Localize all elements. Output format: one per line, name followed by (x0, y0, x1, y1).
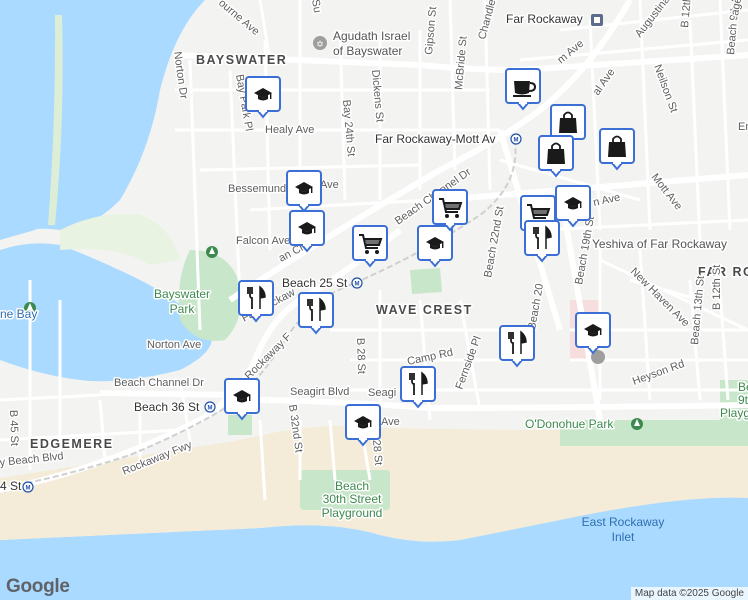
park-label-beach30-1: Beach (335, 479, 369, 493)
water-label-inlet-1: East Rockaway (582, 515, 665, 529)
shopping-pin[interactable] (599, 128, 635, 170)
school-pin[interactable] (245, 76, 281, 118)
station-label-beach-36: Beach 36 St (134, 400, 200, 414)
street-label-ave-lower: Ave (381, 416, 400, 428)
street-label-b45: B 45 St (7, 410, 20, 446)
shopping-pin[interactable] (538, 135, 574, 177)
station-label-mott-av: Far Rockaway-Mott Av (375, 132, 495, 146)
street-label-norton-ave: Norton Ave (147, 339, 201, 351)
park-label-beach9-3: Playg (720, 406, 748, 420)
street-label-su: Su (309, 0, 323, 14)
street-label-b28: B 28 St (354, 338, 367, 374)
water-label-inlet-2: Inlet (612, 530, 635, 544)
place-label-yeshiva: Yeshiva of Far Rockaway (592, 237, 727, 251)
restaurant-pin[interactable] (298, 292, 334, 334)
water-label-bay: ne Bay (0, 307, 37, 321)
street-label-b12-bottom: B 12th St (711, 265, 723, 310)
place-label-agudath-1: Agudath Israel (333, 29, 410, 43)
place-label-far-rockaway: Far Rockaway (506, 12, 583, 26)
area-label-bayswater: BAYSWATER (196, 53, 287, 67)
area-label-edgemere: EDGEMERE (30, 437, 114, 451)
street-label-cornaga-ave: Ave (320, 179, 339, 191)
restaurant-pin[interactable] (238, 280, 274, 322)
park-marker-bayswater[interactable] (206, 246, 218, 258)
park-label-beach9-1: Be (738, 380, 748, 394)
svg-text:✡: ✡ (316, 40, 324, 50)
subway-icon[interactable] (351, 277, 363, 289)
area-label-wave-crest: WAVE CREST (376, 303, 473, 317)
restaurant-pin[interactable] (499, 325, 535, 367)
subway-icon[interactable] (22, 481, 34, 493)
street-label-bessemund: Bessemund (228, 183, 286, 195)
restaurant-pin[interactable] (524, 220, 560, 262)
school-pin[interactable] (555, 185, 591, 227)
street-label-falcon: Falcon Ave (236, 235, 290, 247)
park-label-odonohue: O'Donohue Park (525, 417, 614, 431)
park-label-beach30-2: 30th Street (323, 492, 382, 506)
park-marker-odonohue[interactable] (631, 418, 643, 430)
place-marker-agudath[interactable]: ✡ (313, 36, 327, 50)
street-label-healy: Healy Ave (265, 124, 314, 136)
school-pin[interactable] (345, 404, 381, 446)
grocery-pin[interactable] (352, 225, 388, 267)
street-label-em: Em (738, 121, 748, 133)
street-label-beach-channel-dr-lower: Beach Channel Dr (114, 377, 204, 389)
street-label-seagirt-2: Seagi (368, 387, 396, 399)
grocery-pin[interactable] (432, 189, 468, 231)
map-canvas[interactable]: M (0, 0, 748, 600)
school-pin[interactable] (286, 170, 322, 212)
street-label-b28-lower: 28 St (370, 439, 384, 466)
google-logo: Google (6, 576, 70, 597)
place-label-agudath-2: of Bayswater (333, 44, 402, 58)
school-pin[interactable] (224, 378, 260, 420)
restaurant-pin[interactable] (400, 366, 436, 408)
park-label-beach9-2: 9th (738, 393, 748, 407)
street-label-seagirt: Seagirt Blvd (290, 386, 349, 398)
station-label-beach-44: 4 St (0, 479, 22, 493)
park-label-bayswater-1: Bayswater (154, 287, 210, 301)
park-label-beach30-3: Playground (322, 506, 383, 520)
map-attribution: Map data ©2025 Google (630, 587, 748, 600)
park-label-bayswater-2: Park (170, 302, 196, 316)
subway-icon[interactable] (204, 401, 216, 413)
place-marker-far-rockaway[interactable] (591, 14, 603, 26)
cafe-pin[interactable] (505, 68, 541, 110)
school-pin[interactable] (417, 225, 453, 267)
school-pin[interactable] (575, 312, 611, 354)
school-pin[interactable] (289, 210, 325, 252)
subway-icon[interactable] (510, 133, 522, 145)
